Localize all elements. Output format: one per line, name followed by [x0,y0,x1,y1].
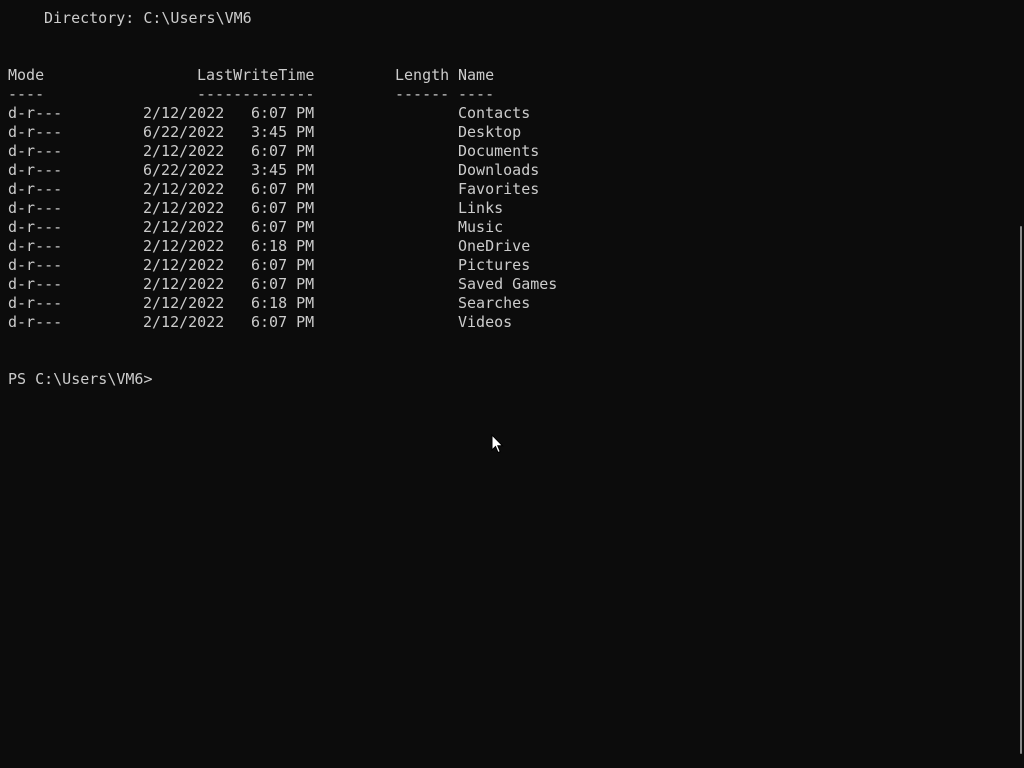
row-time: 3:45 PM [251,123,315,141]
row-time: 6:07 PM [251,275,315,293]
row-time: 3:45 PM [251,161,315,179]
underline-name: ---- [458,85,495,103]
terminal-window[interactable]: Directory: C:\Users\VM6 Mode LastWriteTi… [0,0,1024,768]
row-mode: d-r--- [8,237,63,255]
row-mode: d-r--- [8,256,63,274]
underline-length: ------ [395,85,450,103]
row-date: 2/12/2022 [143,199,225,217]
row-date: 2/12/2022 [143,142,225,160]
row-date: 2/12/2022 [143,180,225,198]
row-mode: d-r--- [8,218,63,236]
row-date: 2/12/2022 [143,218,225,236]
row-time: 6:07 PM [251,199,315,217]
row-name: Saved Games [458,275,558,293]
row-mode: d-r--- [8,123,63,141]
row-mode: d-r--- [8,294,63,312]
row-name: Music [458,218,504,236]
row-mode: d-r--- [8,199,63,217]
row-name: Links [458,199,504,217]
column-header-row: Mode LastWriteTime Length Name [8,66,494,85]
row-date: 2/12/2022 [143,104,225,122]
row-date: 2/12/2022 [143,275,225,293]
row-date: 2/12/2022 [143,313,225,331]
header-lastwritetime: LastWriteTime [197,66,315,84]
header-length: Length [395,66,450,84]
prompt-line[interactable]: PS C:\Users\VM6> [8,370,153,389]
row-date: 2/12/2022 [143,237,225,255]
row-name: Videos [458,313,513,331]
row-name: Pictures [458,256,531,274]
directory-line: Directory: C:\Users\VM6 [44,9,252,27]
column-underline-row: ---- ------------- ------ ---- [8,85,494,104]
row-time: 6:18 PM [251,237,315,255]
row-name: Contacts [458,104,531,122]
row-name: Documents [458,142,540,160]
row-name: Desktop [458,123,522,141]
underline-lastwritetime: ------------- [197,85,315,103]
row-mode: d-r--- [8,275,63,293]
row-time: 6:07 PM [251,142,315,160]
row-time: 6:18 PM [251,294,315,312]
row-time: 6:07 PM [251,104,315,122]
row-mode: d-r--- [8,142,63,160]
row-time: 6:07 PM [251,180,315,198]
row-date: 6/22/2022 [143,161,225,179]
row-time: 6:07 PM [251,313,315,331]
row-mode: d-r--- [8,104,63,122]
mouse-pointer-icon [491,434,504,454]
underline-mode: ---- [8,85,45,103]
row-date: 2/12/2022 [143,256,225,274]
row-name: Favorites [458,180,540,198]
row-name: OneDrive [458,237,531,255]
row-mode: d-r--- [8,313,63,331]
vertical-scrollbar[interactable] [1018,0,1024,768]
header-mode: Mode [8,66,45,84]
row-mode: d-r--- [8,180,63,198]
row-date: 2/12/2022 [143,294,225,312]
row-time: 6:07 PM [251,218,315,236]
row-date: 6/22/2022 [143,123,225,141]
row-name: Downloads [458,161,540,179]
row-time: 6:07 PM [251,256,315,274]
row-mode: d-r--- [8,161,63,179]
scrollbar-thumb[interactable] [1020,226,1022,754]
row-name: Searches [458,294,531,312]
header-name: Name [458,66,495,84]
